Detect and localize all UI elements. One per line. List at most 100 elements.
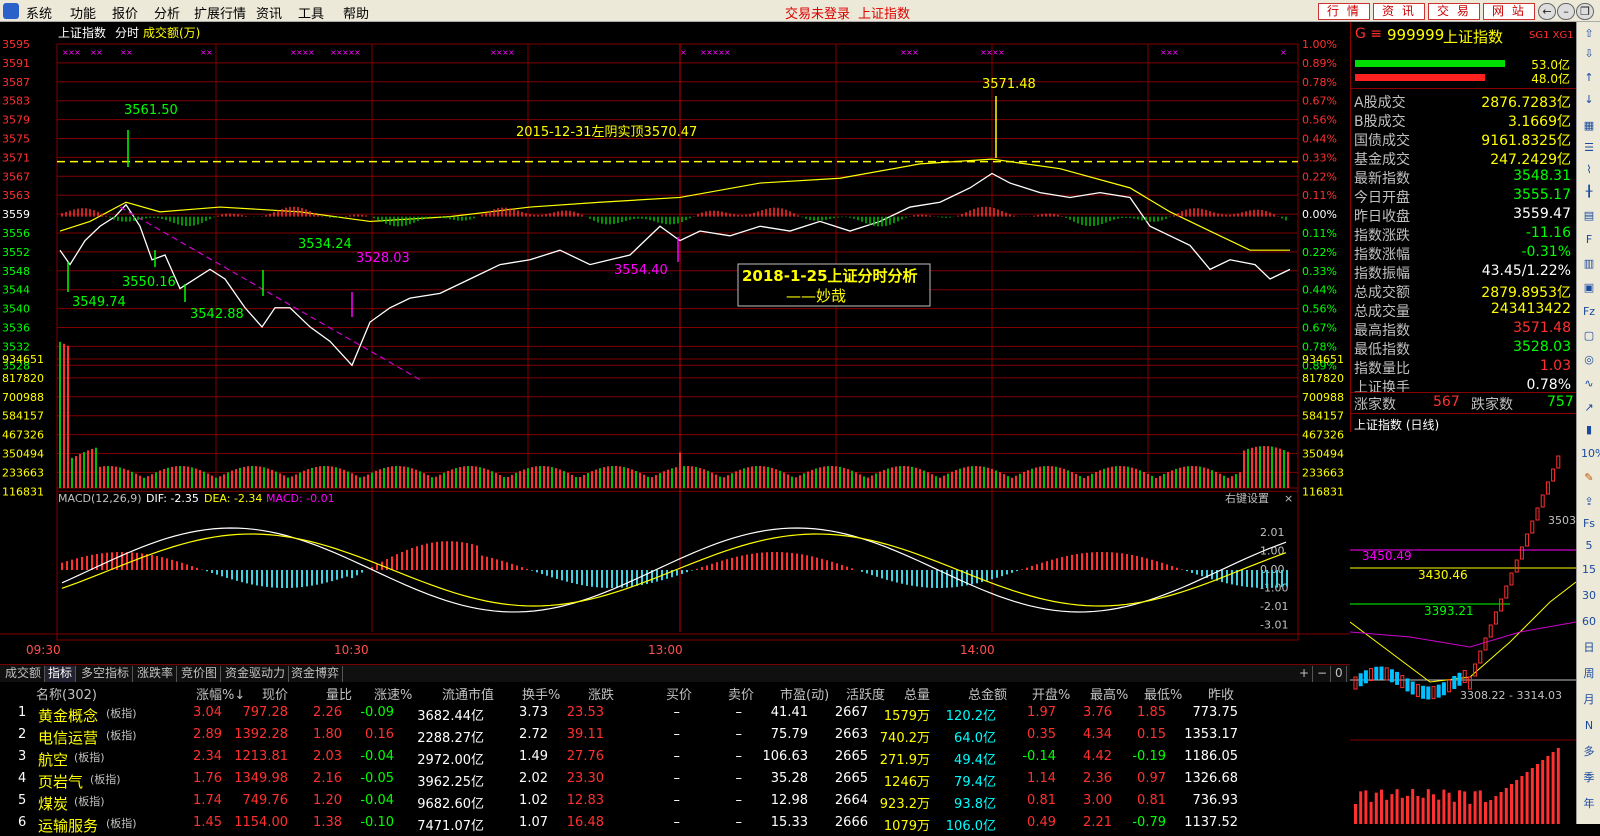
pct-tick-label: 0.44%	[1302, 133, 1337, 146]
tab-add-button[interactable]: +	[1296, 666, 1314, 682]
intraday-chart[interactable]: 3595 1.00% 3591 0.89% 3587 0.78% 3583 0.67% 3579…	[0, 22, 1350, 664]
table-row[interactable]: 4 页岩气 (板指) 1.76 1349.98 2.16 -0.05 3962.25亿 2.02…	[0, 768, 1350, 791]
circle-icon[interactable]: ◎	[1581, 352, 1597, 368]
table-header-cell[interactable]: 名称(302)	[36, 684, 97, 703]
menu-extended[interactable]: 扩展行情	[194, 3, 246, 22]
table-header-cell[interactable]: 涨速%	[374, 684, 412, 703]
table-header-cell[interactable]: 最高%	[1090, 684, 1128, 703]
period-week[interactable]: 周	[1581, 666, 1597, 682]
down-icon[interactable]: ↓	[1581, 92, 1597, 108]
period-multi[interactable]: 多	[1581, 744, 1597, 760]
table-header-cell[interactable]: 涨幅%↓	[196, 684, 245, 703]
table-header-cell[interactable]: 活跃度	[846, 684, 885, 703]
table-header-cell[interactable]: 量比	[326, 684, 352, 703]
pencil-icon[interactable]: ✎	[1581, 470, 1597, 486]
finance-icon[interactable]: F	[1581, 232, 1597, 248]
doc-icon[interactable]: ▣	[1581, 280, 1597, 296]
period-30[interactable]: 30	[1581, 588, 1597, 604]
export-icon[interactable]: ⇪	[1581, 494, 1597, 510]
trade-button[interactable]: 交 易	[1428, 3, 1480, 20]
table-header-cell[interactable]: 卖价	[728, 684, 754, 703]
table-row[interactable]: 5 煤炭 (板指) 1.74 749.76 1.20 -0.04 9682.60亿 1.02 12…	[0, 790, 1350, 813]
tab-zero-button[interactable]: 0	[1332, 666, 1347, 682]
table-header-cell[interactable]: 现价	[262, 684, 288, 703]
period-10pct[interactable]: 10%	[1581, 446, 1600, 462]
quote-button[interactable]: 行 情	[1318, 3, 1370, 20]
up-arrow-icon[interactable]: ⇧	[1581, 26, 1597, 42]
mini-volume-bar	[1541, 760, 1545, 824]
tab-longshort[interactable]: 多空指标	[78, 666, 134, 682]
table-header-cell[interactable]: 涨跌	[588, 684, 614, 703]
event-marker: ×	[912, 48, 919, 57]
tab-minus-button[interactable]: −	[1314, 666, 1332, 682]
cell-amt: 120.2亿	[945, 709, 996, 724]
line-icon[interactable]: ⌇	[1581, 162, 1597, 178]
fund-icon[interactable]: Fz	[1581, 304, 1597, 320]
table-header-cell[interactable]: 换手%	[522, 684, 560, 703]
chart-icon[interactable]: ▦	[1581, 118, 1597, 134]
mini-volume-bar	[1395, 789, 1399, 824]
minimize-icon[interactable]: –	[1557, 3, 1575, 20]
daily-mini-chart[interactable]: 3503. 3450.49 3430.46 3393.21 3308.22 - …	[1350, 432, 1576, 824]
volume-tick-label: 350494	[2, 448, 44, 461]
list-icon[interactable]: ☰	[1581, 140, 1597, 156]
table-header-cell[interactable]: 昨收	[1208, 684, 1234, 703]
tab-fund-game[interactable]: 资金博弈	[288, 666, 344, 682]
kline-icon[interactable]: ╂	[1581, 184, 1597, 200]
table-row[interactable]: 3 航空 (板指) 2.34 1213.81 2.03 -0.04 2972.00亿 1.49 2…	[0, 746, 1350, 769]
tab-indicator[interactable]: 指标	[45, 666, 77, 682]
close-indicator-icon[interactable]: ×	[1284, 492, 1293, 505]
table-header-cell[interactable]: 买价	[666, 684, 692, 703]
down-arrow-icon[interactable]: ⇩	[1581, 46, 1597, 62]
trend-icon[interactable]: ↗	[1581, 400, 1597, 416]
right-click-settings[interactable]: 右键设置	[1225, 491, 1269, 505]
table-header-cell[interactable]: 开盘%	[1032, 684, 1070, 703]
mini-candle	[1389, 669, 1394, 683]
wave-icon[interactable]: ∿	[1581, 376, 1597, 392]
website-button[interactable]: 网 站	[1483, 3, 1535, 20]
up-icon[interactable]: ↑	[1581, 70, 1597, 86]
cell-bid: –	[673, 815, 681, 830]
bar-icon[interactable]: ▮	[1581, 422, 1597, 438]
period-quarter[interactable]: 季	[1581, 770, 1597, 786]
quote-row-label: 今日开盘	[1354, 190, 1410, 206]
news-button[interactable]: 资 讯	[1373, 3, 1425, 20]
quote-row: 指数涨幅 -0.31%	[1351, 244, 1577, 263]
table-icon[interactable]: ▤	[1581, 208, 1597, 224]
info-icon[interactable]: ▢	[1581, 328, 1597, 344]
fs-icon[interactable]: Fs	[1581, 516, 1597, 532]
period-60[interactable]: 60	[1581, 614, 1597, 630]
table-header-cell[interactable]: 总量	[904, 684, 930, 703]
tab-fund-drive[interactable]: 资金驱动力	[222, 666, 290, 682]
restore-icon[interactable]: ❐	[1576, 3, 1594, 20]
period-n[interactable]: N	[1581, 718, 1597, 734]
cell-mcap: 3682.44亿	[417, 709, 484, 724]
table-row[interactable]: 6 运输服务 (板指) 1.45 1154.00 1.38 -0.10 7471.07亿 1.0…	[0, 812, 1350, 835]
table-header-cell[interactable]: 流通市值	[442, 684, 494, 703]
menu-analysis[interactable]: 分析	[154, 3, 180, 22]
menu-help[interactable]: 帮助	[343, 3, 369, 22]
period-15[interactable]: 15	[1581, 562, 1597, 578]
menu-system[interactable]: 系统	[26, 3, 52, 22]
period-year[interactable]: 年	[1581, 796, 1597, 812]
period-month[interactable]: 月	[1581, 692, 1597, 708]
period-day[interactable]: 日	[1581, 640, 1597, 656]
table-header-cell[interactable]: 总金额	[968, 684, 1007, 703]
grid-icon[interactable]: ▥	[1581, 256, 1597, 272]
menu-news[interactable]: 资讯	[256, 3, 282, 22]
menu-quote[interactable]: 报价	[112, 3, 138, 22]
table-row[interactable]: 2 电信运营 (板指) 2.89 1392.28 1.80 0.16 2288.27亿 2.72…	[0, 724, 1350, 747]
menu-tools[interactable]: 工具	[298, 3, 324, 22]
table-row[interactable]: 1 黄金概念 (板指) 3.04 797.28 2.26 -0.09 3682.44亿 3.73…	[0, 702, 1350, 725]
tab-updown-ratio[interactable]: 涨跌率	[134, 666, 178, 682]
mini-candle	[1358, 673, 1363, 687]
chart-mode[interactable]: 分时	[115, 26, 139, 40]
tab-auction[interactable]: 竞价图	[178, 666, 222, 682]
table-header-cell[interactable]: 市盈(动)	[780, 684, 829, 703]
table-header-cell[interactable]: 最低%	[1144, 684, 1182, 703]
tab-turnover[interactable]: 成交额	[2, 666, 46, 682]
pct-tick-label: 0.11%	[1302, 189, 1337, 202]
back-icon[interactable]: ←	[1538, 3, 1556, 20]
period-5[interactable]: 5	[1581, 538, 1597, 554]
menu-function[interactable]: 功能	[70, 3, 96, 22]
